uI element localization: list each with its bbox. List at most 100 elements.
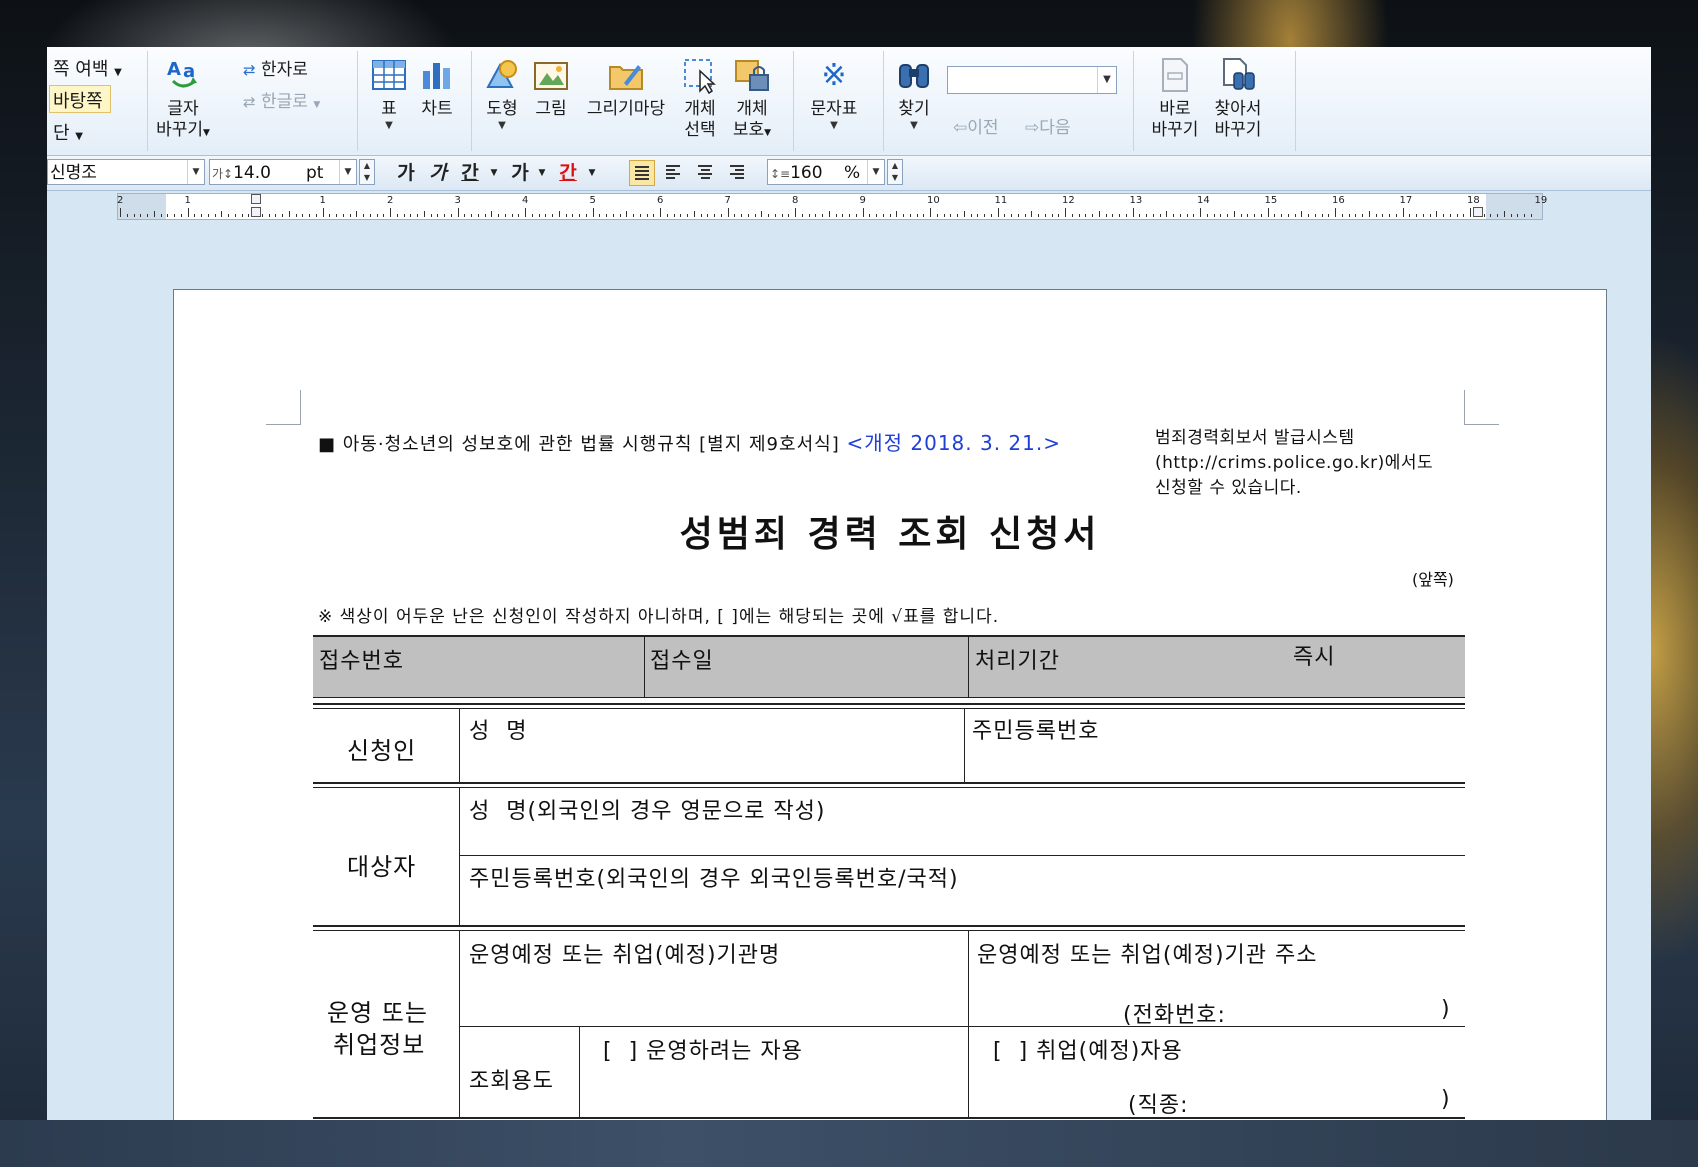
protect-object-button[interactable]: 개체 보호▼ bbox=[727, 55, 777, 144]
ruler-tick bbox=[835, 214, 837, 217]
table-line bbox=[579, 1026, 580, 1119]
align-right-button[interactable] bbox=[725, 160, 751, 186]
indent-marker-bottom[interactable] bbox=[251, 207, 261, 217]
chevron-down-icon[interactable]: ▼ bbox=[867, 160, 884, 184]
table-line bbox=[313, 703, 1465, 705]
subject-name-field[interactable]: 성 명(외국인의 경우 영문으로 작성) bbox=[469, 793, 826, 825]
table-line bbox=[968, 635, 969, 698]
ruler-tick bbox=[477, 214, 479, 217]
picture-button[interactable]: 그림 bbox=[529, 55, 573, 120]
select-object-label-bottom: 선택 bbox=[684, 120, 716, 140]
line-spacing-spinner[interactable]: ▲ ▼ bbox=[887, 159, 903, 185]
applicant-resident-no-field[interactable]: 주민등록번호 bbox=[972, 713, 1099, 745]
bold-button[interactable]: 가 bbox=[393, 161, 419, 185]
strike-button[interactable]: 가 bbox=[507, 161, 533, 185]
font-select[interactable]: 신명조 ▼ bbox=[47, 159, 205, 185]
chevron-down-icon[interactable]: ▼ bbox=[339, 160, 356, 184]
ruler-tick bbox=[1389, 214, 1390, 217]
purpose-employ-checkbox[interactable]: [ ] 취업(예정)자용 bbox=[993, 1033, 1183, 1065]
ruler-tick bbox=[471, 214, 472, 217]
ruler-tick bbox=[322, 208, 324, 217]
chart-button[interactable]: 차트 bbox=[415, 55, 459, 120]
align-left-button[interactable] bbox=[661, 160, 687, 186]
to-hangul-button[interactable]: ⇄ 한글로 ▼ bbox=[243, 87, 320, 112]
ruler-tick bbox=[815, 214, 817, 217]
ruler-tick bbox=[707, 214, 709, 217]
chevron-down-icon: ▼ bbox=[498, 120, 506, 131]
ruler-tick bbox=[997, 208, 999, 217]
ruler-tick bbox=[693, 211, 695, 217]
find-button[interactable]: 찾기 ▼ bbox=[889, 55, 939, 132]
ruler-tick bbox=[363, 214, 364, 217]
find-next-button[interactable]: ⇨다음 bbox=[1025, 113, 1071, 138]
ruler-tick bbox=[889, 214, 891, 217]
ruler-tick bbox=[383, 214, 385, 217]
drawing-wizard-button[interactable]: 그리기마당 bbox=[581, 55, 671, 120]
ruler-tick bbox=[484, 214, 486, 217]
indent-marker-top[interactable] bbox=[251, 194, 261, 204]
svg-text:A: A bbox=[167, 59, 181, 80]
ruler-tick bbox=[1463, 214, 1465, 217]
instruction-note: ※ 색상이 어두운 난은 신청인이 작성하지 아니하며, [ ]에는 해당되는 … bbox=[318, 607, 1000, 627]
ruler-tick bbox=[430, 214, 432, 217]
font-size-select[interactable]: 가↕14.0 pt ▼ bbox=[209, 159, 357, 185]
chevron-down-icon[interactable]: ▼ bbox=[1097, 67, 1116, 93]
change-char-button[interactable]: A a 글자 바꾸기▼ bbox=[155, 55, 211, 144]
symbol-button[interactable]: ※ 문자표 ▼ bbox=[801, 55, 867, 132]
table-line bbox=[313, 708, 1465, 709]
document-page[interactable]: ■ 아동·청소년의 성보호에 관한 법률 시행규칙 [별지 제9호서식] <개정… bbox=[173, 289, 1607, 1120]
ruler-tick bbox=[174, 214, 175, 217]
ruler-tick bbox=[336, 214, 337, 217]
italic-button[interactable]: 가 bbox=[425, 161, 451, 185]
table-button[interactable]: 표 ▼ bbox=[367, 55, 411, 132]
group-separator bbox=[471, 51, 472, 151]
chevron-down-icon[interactable]: ▼ bbox=[187, 160, 204, 184]
underline-button[interactable]: 간 bbox=[457, 161, 483, 185]
chevron-down-icon[interactable]: ▼ bbox=[535, 161, 549, 185]
shape-button[interactable]: 도형 ▼ bbox=[477, 55, 527, 132]
font-size-spinner[interactable]: ▲ ▼ bbox=[359, 159, 375, 185]
table-line bbox=[313, 635, 1465, 637]
line-spacing-select[interactable]: ↕≡160 % ▼ bbox=[767, 159, 885, 185]
horizontal-ruler[interactable]: 2 1 1 2 3 4 5 6 7 8 9 10 11 12 13 14 15 16 17 18 19 bbox=[117, 193, 1547, 220]
background-page-button[interactable]: 바탕쪽 bbox=[53, 87, 103, 113]
chevron-down-icon[interactable]: ▼ bbox=[487, 161, 501, 185]
ruler-tick bbox=[315, 214, 317, 217]
org-name-field[interactable]: 운영예정 또는 취업(예정)기관명 bbox=[469, 937, 780, 969]
picture-icon bbox=[534, 62, 568, 90]
chevron-down-icon[interactable]: ▼ bbox=[585, 161, 599, 185]
subject-resident-no-field[interactable]: 주민등록번호(외국인의 경우 외국인등록번호/국적) bbox=[469, 861, 959, 893]
table-line bbox=[313, 697, 1465, 698]
right-indent-marker[interactable] bbox=[1473, 207, 1483, 217]
ruler-tick bbox=[1314, 214, 1316, 217]
ruler-tick bbox=[558, 211, 560, 217]
ruler-tick bbox=[221, 211, 223, 217]
ruler-tick bbox=[545, 214, 547, 217]
select-object-button[interactable]: 개체 선택 bbox=[677, 55, 723, 141]
column-button[interactable]: 단 ▼ bbox=[53, 119, 83, 145]
ruler-tick bbox=[666, 214, 668, 217]
ruler-tick bbox=[599, 214, 601, 217]
page-margin-button[interactable]: 쪽 여백 ▼ bbox=[53, 55, 122, 81]
binoculars-icon bbox=[899, 64, 929, 88]
font-color-button[interactable]: 간 bbox=[555, 161, 581, 185]
change-char-label-top: 글자 bbox=[167, 99, 199, 119]
ruler-tick bbox=[504, 214, 506, 217]
find-prev-button[interactable]: ⇦이전 bbox=[953, 113, 999, 138]
align-center-button[interactable] bbox=[693, 160, 719, 186]
find-input[interactable]: ▼ bbox=[947, 66, 1117, 94]
to-hanja-button[interactable]: ⇄ 한자로 bbox=[243, 55, 308, 80]
replace-button[interactable]: 바로 바꾸기 bbox=[1147, 55, 1203, 141]
margin-corner-tr bbox=[1464, 390, 1499, 425]
form-header-revision: <개정 2018. 3. 21.> bbox=[846, 431, 1061, 455]
align-justify-button[interactable] bbox=[629, 160, 655, 186]
ruler-tick bbox=[1308, 214, 1309, 217]
purpose-operate-checkbox[interactable]: [ ] 운영하려는 자용 bbox=[603, 1033, 803, 1065]
org-address-field[interactable]: 운영예정 또는 취업(예정)기관 주소 bbox=[977, 937, 1318, 969]
shape-label: 도형 bbox=[486, 99, 518, 119]
ruler-tick bbox=[1233, 211, 1235, 217]
applicant-name-field[interactable]: 성 명 bbox=[469, 713, 527, 745]
table-line bbox=[459, 787, 460, 925]
table-line bbox=[459, 930, 460, 1119]
find-replace-button[interactable]: 찾아서 바꾸기 bbox=[1207, 55, 1269, 141]
